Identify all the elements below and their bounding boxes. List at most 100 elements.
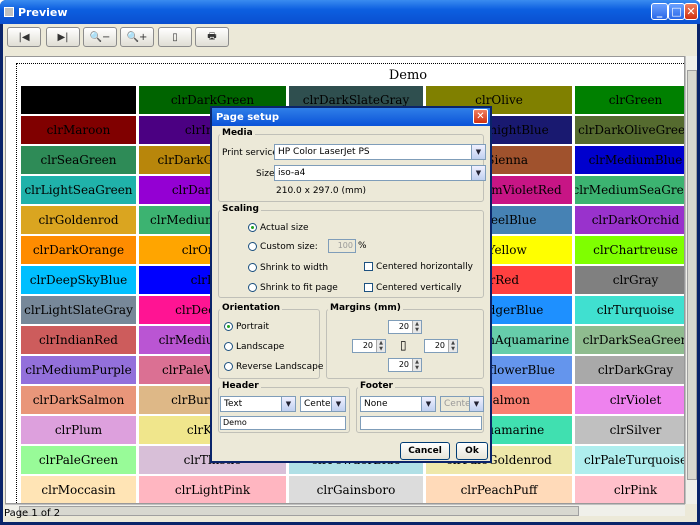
zoom-in-button[interactable]: 🔍+ bbox=[120, 27, 154, 47]
color-cell: clrGreen bbox=[575, 86, 684, 114]
color-cell: clrGainsboro bbox=[289, 476, 423, 503]
portrait-radio[interactable] bbox=[224, 322, 233, 331]
chevron-down-icon: ▼ bbox=[471, 166, 485, 180]
status-text: Page 1 of 2 bbox=[4, 508, 61, 519]
actual-size-radio[interactable] bbox=[248, 223, 257, 232]
shrink-fit-label: Shrink to fit page bbox=[260, 283, 338, 293]
orientation-label: Orientation bbox=[220, 303, 283, 313]
color-cell: clrMediumBlue bbox=[575, 146, 684, 174]
page-setup-dialog: Page setup ✕ Media Print service: HP Col… bbox=[210, 106, 492, 463]
margin-top-value: 20 bbox=[398, 322, 409, 331]
margin-top-input[interactable]: 20 ▲ ▼ bbox=[388, 320, 422, 334]
header-type-value: Text bbox=[224, 399, 243, 409]
margins-label: Margins (mm) bbox=[328, 303, 403, 313]
actual-size-label: Actual size bbox=[260, 223, 309, 233]
print-service-value: HP Color LaserJet PS bbox=[278, 147, 370, 157]
print-button[interactable]: 🖶 bbox=[195, 27, 229, 47]
color-cell: clrMediumSeaGreen bbox=[575, 176, 684, 204]
custom-size-label: Custom size: bbox=[260, 242, 318, 252]
vertical-scroll-thumb[interactable] bbox=[687, 70, 697, 480]
size-select[interactable]: iso-a4 ▼ bbox=[274, 165, 486, 181]
color-cell: clrDarkGray bbox=[575, 356, 684, 384]
next-page-button[interactable]: ▶| bbox=[46, 27, 80, 47]
dialog-close-button[interactable]: ✕ bbox=[473, 109, 488, 124]
custom-size-radio[interactable] bbox=[248, 242, 257, 251]
reverse-landscape-radio[interactable] bbox=[224, 362, 233, 371]
color-cell: clrPaleGreen bbox=[21, 446, 136, 474]
center-horizontal-label: Centered horizontally bbox=[376, 262, 473, 272]
horizontal-scroll-thumb[interactable] bbox=[19, 506, 579, 516]
color-cell: clrDarkSeaGreen bbox=[575, 326, 684, 354]
zoom-out-button[interactable]: 🔍− bbox=[83, 27, 117, 47]
color-cell: clrViolet bbox=[575, 386, 684, 414]
app-icon bbox=[4, 7, 14, 17]
first-page-icon: |◀ bbox=[18, 31, 30, 43]
size-value: iso-a4 bbox=[278, 168, 306, 178]
center-vertical-checkbox[interactable] bbox=[364, 283, 373, 292]
print-service-select[interactable]: HP Color LaserJet PS ▼ bbox=[274, 144, 486, 160]
footer-label: Footer bbox=[358, 381, 395, 391]
footer-align-select[interactable]: Center ▼ bbox=[440, 396, 484, 412]
color-cell: clrGray bbox=[575, 266, 684, 294]
header-text-input[interactable]: Demo bbox=[220, 416, 346, 430]
header-align-value: Center bbox=[304, 399, 335, 409]
spinner-icon[interactable]: ▲ ▼ bbox=[448, 340, 457, 352]
header-align-select[interactable]: Center ▼ bbox=[300, 396, 346, 412]
header-label: Header bbox=[220, 381, 261, 391]
reverse-landscape-label: Reverse Landscape bbox=[236, 362, 324, 372]
spinner-icon[interactable]: ▲ ▼ bbox=[412, 359, 421, 371]
color-cell: clrGoldenrod bbox=[21, 206, 136, 234]
minimize-button[interactable]: _ bbox=[651, 3, 668, 20]
color-cell: clrLightPink bbox=[139, 476, 286, 503]
color-cell: clrPaleTurquoise bbox=[575, 446, 684, 474]
dialog-title: Page setup bbox=[216, 112, 280, 123]
chevron-down-icon: ▼ bbox=[471, 145, 485, 159]
header-type-select[interactable]: Text ▼ bbox=[220, 396, 296, 412]
color-cell: clrMoccasin bbox=[21, 476, 136, 503]
zoom-in-icon: 🔍+ bbox=[126, 31, 148, 43]
percent-label: % bbox=[358, 241, 367, 251]
shrink-width-label: Shrink to width bbox=[260, 263, 329, 273]
footer-type-value: None bbox=[364, 399, 388, 409]
title-bar[interactable]: Preview _ □ ✕ bbox=[0, 0, 700, 24]
media-label: Media bbox=[220, 128, 255, 138]
print-service-label: Print service: bbox=[222, 148, 281, 158]
color-cell: clrDarkOrchid bbox=[575, 206, 684, 234]
cancel-button[interactable]: Cancel bbox=[400, 442, 450, 460]
color-cell: clrLightSeaGreen bbox=[21, 176, 136, 204]
footer-text-input[interactable] bbox=[360, 416, 482, 430]
page-setup-button[interactable]: ▯ bbox=[158, 27, 192, 47]
margin-right-input[interactable]: 20 ▲ ▼ bbox=[424, 339, 458, 353]
color-cell: clrDeepSkyBlue bbox=[21, 266, 136, 294]
margin-left-input[interactable]: 20 ▲ ▼ bbox=[352, 339, 386, 353]
horizontal-scrollbar[interactable] bbox=[5, 504, 685, 516]
landscape-radio[interactable] bbox=[224, 342, 233, 351]
close-button[interactable]: ✕ bbox=[684, 3, 698, 20]
center-horizontal-checkbox[interactable] bbox=[364, 262, 373, 271]
custom-size-input[interactable]: 100 bbox=[328, 239, 356, 253]
shrink-fit-radio[interactable] bbox=[248, 283, 257, 292]
shrink-width-radio[interactable] bbox=[248, 263, 257, 272]
color-cell: clrIndianRed bbox=[21, 326, 136, 354]
maximize-button[interactable]: □ bbox=[668, 3, 685, 20]
first-page-button[interactable]: |◀ bbox=[7, 27, 41, 47]
color-cell: clrPlum bbox=[21, 416, 136, 444]
color-cell: clrPink bbox=[575, 476, 684, 503]
ok-button[interactable]: Ok bbox=[456, 442, 488, 460]
preview-window: Preview _ □ ✕ |◀ ▶| 🔍− 🔍+ ▯ 🖶 Demo clrDa… bbox=[0, 0, 700, 525]
color-cell: clrDarkOrange bbox=[21, 236, 136, 264]
color-cell: clrTurquoise bbox=[575, 296, 684, 324]
chevron-down-icon: ▼ bbox=[469, 397, 483, 411]
footer-type-select[interactable]: None ▼ bbox=[360, 396, 436, 412]
chevron-down-icon: ▼ bbox=[421, 397, 435, 411]
color-cell: clrSilver bbox=[575, 416, 684, 444]
vertical-scrollbar[interactable] bbox=[685, 56, 697, 504]
spinner-icon[interactable]: ▲ ▼ bbox=[412, 321, 421, 333]
window-title: Preview bbox=[18, 6, 68, 19]
margin-bottom-input[interactable]: 20 ▲ ▼ bbox=[388, 358, 422, 372]
chevron-down-icon: ▼ bbox=[281, 397, 295, 411]
spinner-icon[interactable]: ▲ ▼ bbox=[376, 340, 385, 352]
color-cell bbox=[21, 86, 136, 114]
dialog-title-bar[interactable]: Page setup ✕ bbox=[212, 108, 490, 126]
margin-bottom-value: 20 bbox=[398, 360, 409, 369]
